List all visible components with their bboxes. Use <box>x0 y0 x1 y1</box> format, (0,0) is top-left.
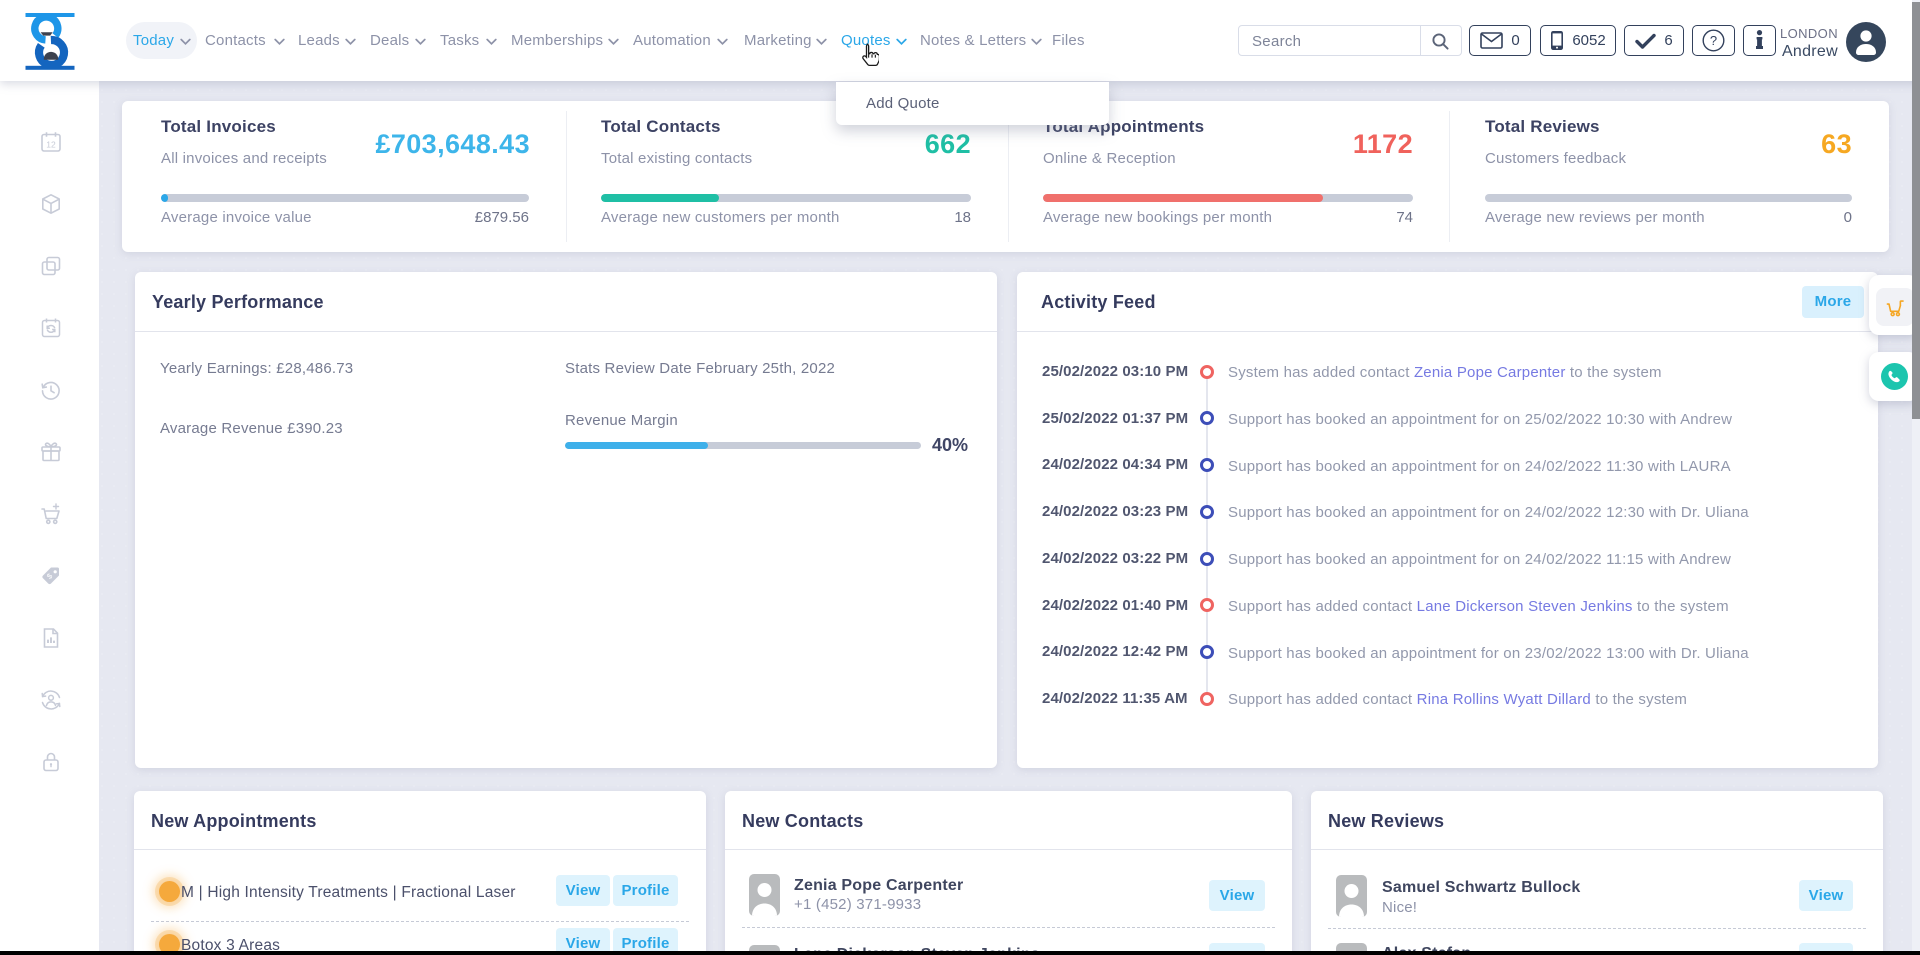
svg-text:12: 12 <box>46 140 56 150</box>
svg-text:?: ? <box>1710 33 1717 48</box>
